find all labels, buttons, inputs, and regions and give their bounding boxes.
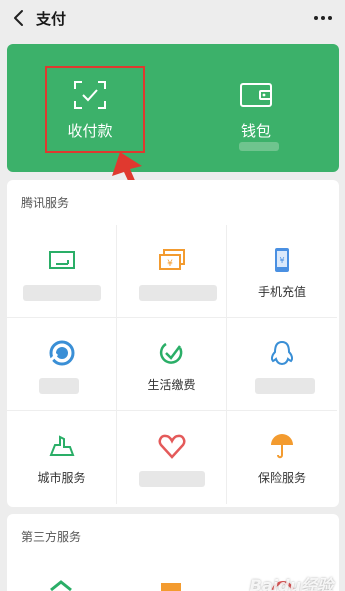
third-party-services-card: 第三方服务 Baidu经验 (7, 514, 339, 591)
tencent-services-card: 腾讯服务 ¥ ¥ 手机充值 生活缴费 城市服务 保险服务 (7, 180, 339, 507)
page-title: 支付 (36, 10, 67, 28)
service-item-wealth[interactable] (7, 318, 117, 411)
wallet-icon (240, 83, 272, 107)
more-options-icon[interactable] (311, 8, 335, 28)
third-party-icon-2[interactable] (157, 580, 185, 591)
service-label-blurred (23, 285, 101, 301)
service-label: 保险服务 (257, 471, 306, 485)
service-item-qq[interactable] (227, 318, 337, 411)
highlight-box (45, 66, 145, 153)
wallet-button[interactable]: 钱包 (173, 44, 339, 172)
service-item-city[interactable]: 城市服务 (7, 411, 117, 504)
service-label: 手机充值 (257, 285, 306, 299)
utility-check-icon (159, 342, 182, 364)
phone-topup-icon: ¥ (275, 248, 289, 272)
service-label: 生活缴费 (147, 378, 196, 392)
top-bar: 支付 (0, 0, 345, 38)
city-icon (49, 435, 74, 456)
money-icon: ¥ (158, 249, 185, 270)
watermark: Baidu经验 (249, 576, 333, 591)
service-item-insurance[interactable]: 保险服务 (227, 411, 337, 504)
svg-text:¥: ¥ (167, 259, 173, 269)
umbrella-icon (271, 434, 293, 459)
card-icon (48, 251, 75, 269)
back-arrow-icon[interactable] (8, 6, 30, 30)
service-label-blurred (139, 285, 217, 301)
wallet-label: 钱包 (240, 122, 271, 140)
third-party-icon-1[interactable] (47, 578, 75, 591)
wallet-balance-blurred (239, 142, 279, 151)
service-item-utility[interactable]: 生活缴费 (117, 318, 227, 411)
service-item-money[interactable]: ¥ (117, 225, 227, 318)
service-item-phone-topup[interactable]: ¥ 手机充值 (227, 225, 337, 318)
service-item-charity[interactable] (117, 411, 227, 504)
third-party-services-title: 第三方服务 (21, 530, 82, 544)
service-label-blurred (39, 378, 79, 394)
wealth-icon (49, 340, 74, 366)
wallet-panel: 收付款 钱包 (7, 44, 339, 172)
svg-text:¥: ¥ (279, 256, 284, 265)
service-label: 城市服务 (37, 471, 86, 485)
service-label-blurred (255, 378, 315, 394)
tencent-services-title: 腾讯服务 (21, 196, 70, 210)
service-item-card[interactable] (7, 225, 117, 318)
service-label-blurred (139, 471, 205, 487)
qq-icon (270, 340, 294, 366)
heart-icon (158, 434, 185, 459)
